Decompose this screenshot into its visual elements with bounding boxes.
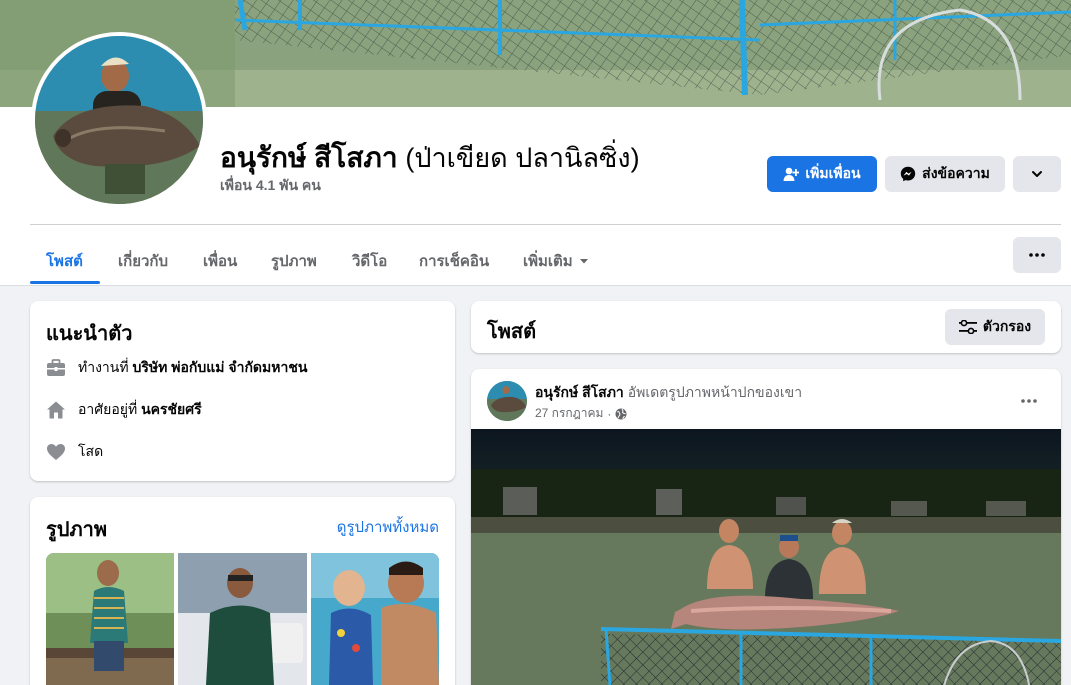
photo-thumbnail-3[interactable] [311,553,439,685]
post-author-name[interactable]: อนุรักษ์ สีโสภา [535,384,624,400]
caret-down-icon [579,259,588,264]
profile-options-button[interactable] [1013,156,1061,192]
post-meta: 27 กรกฎาคม · [535,404,627,423]
filter-button[interactable]: ตัวกรอง [945,309,1045,345]
profile-alternate-name: (ป่าเขียด ปลานิลซิ่ง) [405,143,640,173]
tab-photos[interactable]: รูปภาพ [271,238,317,284]
intro-work-company[interactable]: บริษัท พ่อกับแม่ จำกัดมหาชน [132,359,307,375]
post-image[interactable] [471,429,1061,685]
post-options-button[interactable] [1011,383,1047,419]
intro-lives-prefix: อาศัยอยู่ที่ [78,401,138,417]
post-author-avatar[interactable] [487,381,527,421]
add-friend-label: เพิ่มเพื่อน [805,165,861,181]
friends-count[interactable]: เพื่อน 4.1 พัน คน [220,175,321,197]
separator-dot: · [607,406,612,421]
header-shadow [0,285,1071,286]
intro-title: แนะนำตัว [46,323,133,345]
header-divider [30,224,1061,225]
photos-title: รูปภาพ [46,519,108,541]
intro-relationship-text: โสด [78,443,104,459]
heart-icon [46,442,66,462]
see-all-photos-link[interactable]: ดูรูปภาพทั้งหมด [337,515,439,539]
profile-name: อนุรักษ์ สีโสภา (ป่าเขียด ปลานิลซิ่ง) [220,136,640,180]
more-icon [1029,253,1045,257]
intro-relationship: โสด [46,441,103,463]
intro-lives-text: อาศัยอยู่ที่ นครชัยศรี [78,399,202,421]
tab-more-label: เพิ่มเติม [523,253,573,270]
intro-lives: อาศัยอยู่ที่ นครชัยศรี [46,399,202,421]
home-icon [46,400,66,420]
intro-work-prefix: ทำงานที่ [78,359,129,375]
tab-posts[interactable]: โพสต์ [46,238,83,284]
filter-label: ตัวกรอง [982,318,1032,334]
profile-avatar[interactable] [31,32,207,208]
add-friend-button[interactable]: เพิ่มเพื่อน [767,156,877,192]
intro-lives-place[interactable]: นครชัยศรี [141,401,202,417]
posts-header-card: โพสต์ ตัวกรอง [471,301,1061,353]
tab-about[interactable]: เกี่ยวกับ [118,238,168,284]
tab-friends[interactable]: เพื่อน [203,238,237,284]
intro-work-text: ทำงานที่ บริษัท พ่อกับแม่ จำกัดมหาชน [78,357,307,379]
avatar-image [35,36,203,204]
tab-videos[interactable]: วิดีโอ [352,238,387,284]
message-label: ส่งข้อความ [922,165,990,181]
photo-thumbnail-2[interactable] [178,553,307,685]
briefcase-icon [46,358,66,378]
profile-name-main: อนุรักษ์ สีโสภา [220,142,398,173]
tab-more[interactable]: เพิ่มเติม [523,238,589,284]
tab-checkins[interactable]: การเช็คอิน [419,238,489,284]
message-button[interactable]: ส่งข้อความ [885,156,1005,192]
messenger-icon [900,166,916,182]
add-friend-icon [783,167,800,181]
chevron-down-icon [1032,171,1042,177]
globe-icon [615,408,627,419]
intro-work: ทำงานที่ บริษัท พ่อกับแม่ จำกัดมหาชน [46,357,307,379]
post-date[interactable]: 27 กรกฎาคม [535,404,603,423]
posts-title: โพสต์ [487,321,537,343]
more-options-button[interactable] [1013,237,1061,273]
post-header-text: อนุรักษ์ สีโสภา อัพเดตรูปภาพหน้าปกของเขา [535,382,802,404]
post-action-text: อัพเดตรูปภาพหน้าปกของเขา [627,384,803,400]
intro-card: แนะนำตัว ทำงานที่ บริษัท พ่อกับแม่ จำกัด… [30,301,455,481]
filter-icon [958,320,977,334]
active-tab-indicator [30,281,100,284]
more-icon [1021,399,1037,403]
photo-thumbnail-1[interactable] [46,553,174,685]
